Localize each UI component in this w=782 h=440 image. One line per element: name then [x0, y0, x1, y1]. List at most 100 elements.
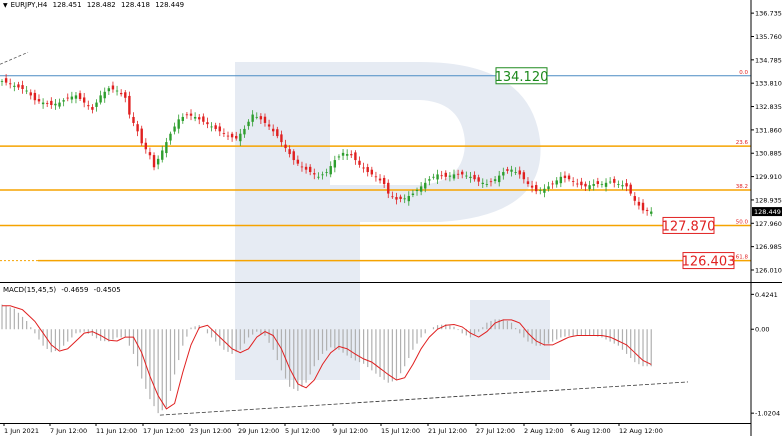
candle-body — [0, 81, 4, 82]
candle-body — [74, 95, 78, 99]
candle-body — [230, 133, 234, 138]
open-value: 128.451 — [52, 1, 82, 9]
candle-body — [354, 152, 357, 161]
candle-body — [210, 126, 213, 128]
candle-body — [218, 126, 221, 132]
candle-body — [436, 174, 439, 180]
candle-body — [641, 202, 645, 211]
macd-label: MACD(15,45,5) — [3, 286, 57, 294]
candle-body — [276, 129, 279, 137]
candle-body — [156, 158, 160, 165]
candle-body — [222, 133, 226, 134]
candle-body — [522, 172, 526, 180]
candle-body — [518, 170, 521, 175]
candle-body — [4, 78, 8, 83]
candle-body — [485, 184, 489, 185]
candle-body — [534, 185, 538, 192]
close-value: 128.449 — [155, 1, 185, 9]
candle-body — [645, 209, 649, 211]
candle-body — [177, 119, 180, 129]
x-tick-label: 5 Jul 12:00 — [285, 427, 320, 435]
price-header: ▼ EURJPY,H4 128.451 128.482 128.418 128.4… — [3, 1, 187, 9]
candle-body — [25, 90, 28, 92]
x-tick-label: 11 Jun 12:00 — [96, 427, 137, 435]
candle-body — [382, 177, 386, 185]
candle-body — [424, 182, 427, 189]
candle-body — [366, 167, 369, 173]
y-tick-label: 129.910 — [755, 173, 782, 181]
candle-body — [399, 196, 402, 199]
candle-body — [477, 177, 480, 182]
candle-body — [165, 142, 168, 154]
candle-body — [173, 126, 176, 132]
candle-body — [87, 105, 90, 107]
x-tick-label: 29 Jun 12:00 — [238, 427, 279, 435]
candle-body — [251, 114, 254, 122]
y-tick-label: 126.010 — [755, 266, 782, 274]
candle-body — [321, 174, 324, 176]
candle-body — [284, 144, 287, 149]
candle-body — [288, 149, 291, 155]
x-tick-label: 2 Aug 12:00 — [524, 427, 564, 435]
candle-body — [317, 176, 320, 178]
y-tick-label: 128.935 — [755, 196, 782, 204]
candle-body — [498, 175, 501, 183]
candle-body — [567, 175, 571, 180]
candle-body — [604, 182, 608, 187]
candle-body — [637, 201, 641, 206]
candle-body — [584, 183, 587, 187]
candle-body — [70, 96, 74, 100]
fib-ratio-label: 0.0 — [739, 70, 748, 76]
candle-body — [551, 183, 554, 185]
macd-trendline — [159, 381, 689, 416]
candle-body — [124, 92, 127, 98]
fib-ratio-label: 50.0 — [736, 219, 749, 225]
dropdown-triangle-icon[interactable]: ▼ — [3, 2, 8, 9]
candle-body — [243, 128, 246, 135]
y-tick-label: 126.985 — [755, 243, 782, 251]
candle-body — [370, 169, 374, 175]
fib-ratio-label: 38.2 — [736, 184, 748, 190]
candle-body — [292, 151, 295, 161]
candle-body — [555, 180, 558, 185]
candle-body — [452, 174, 456, 179]
fib-ratio-label: 23.6 — [736, 140, 749, 146]
candle-body — [161, 150, 164, 160]
candle-body — [539, 189, 542, 191]
candle-body — [465, 175, 468, 177]
candle-body — [576, 183, 579, 185]
candle-body — [547, 186, 550, 190]
candle-body — [469, 176, 472, 179]
candle-body — [428, 179, 431, 181]
candle-body — [280, 134, 283, 143]
candle-body — [9, 83, 12, 85]
x-tick-label: 6 Aug 12:00 — [571, 427, 611, 435]
y-tick-label: 135.760 — [755, 33, 782, 41]
candle-body — [140, 128, 143, 144]
high-value: 128.482 — [86, 1, 116, 9]
candle-body — [456, 173, 460, 175]
candle-body — [489, 181, 493, 183]
candle-body — [115, 90, 119, 92]
candle-body — [419, 186, 423, 192]
candle-body — [103, 91, 106, 99]
x-tick-label: 23 Jun 12:00 — [190, 427, 231, 435]
candle-body — [198, 117, 201, 120]
macd-value: -0.4659 — [61, 286, 89, 294]
candle-body — [473, 174, 476, 180]
chart-window: 0.0 23.6 38.2 50.0 61.8 134.120 127.870 126.403… — [0, 0, 782, 436]
candle-body — [530, 185, 534, 188]
candle-body — [588, 185, 591, 190]
candle-body — [136, 124, 139, 132]
candle-body — [144, 142, 148, 150]
candle-body — [193, 116, 197, 119]
candle-body — [621, 185, 624, 187]
candle-body — [239, 133, 242, 142]
candle-body — [596, 181, 600, 185]
candle-body — [481, 182, 484, 184]
target-label-text: 126.403 — [682, 255, 736, 270]
symbol-label: EURJPY,H4 — [10, 1, 48, 9]
candle-body — [329, 166, 332, 175]
candle-body — [78, 93, 82, 99]
candle-body — [235, 135, 238, 139]
